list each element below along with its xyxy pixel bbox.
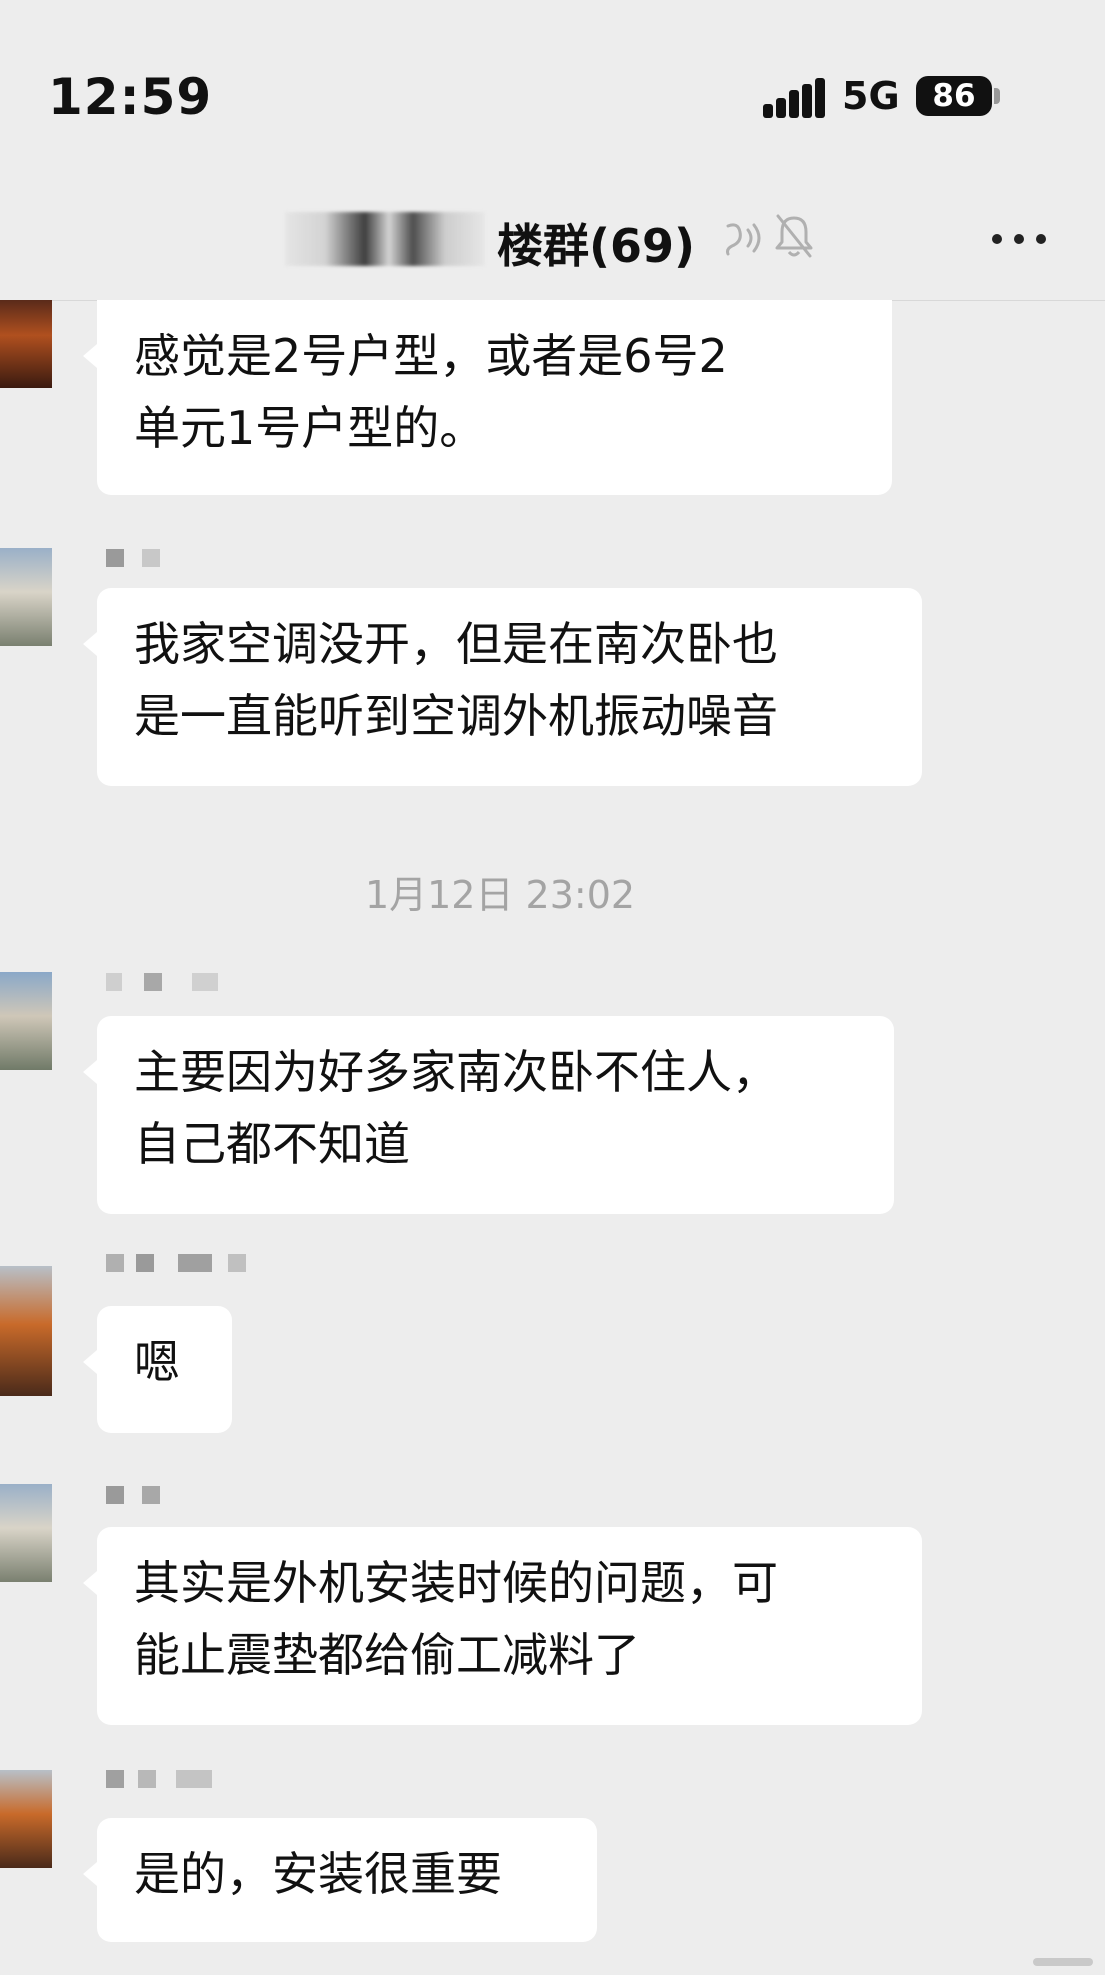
avatar[interactable]	[0, 1484, 52, 1582]
message-bubble[interactable]: 其实是外机安装时候的问题，可 能止震垫都给偷工减料了	[83, 1527, 922, 1725]
message-bubble[interactable]: 感觉是2号户型，或者是6号2 单元1号户型的。	[83, 300, 892, 495]
message-bubble[interactable]: 嗯	[83, 1306, 232, 1433]
chat-title[interactable]: 楼群(69)	[497, 210, 695, 276]
avatar[interactable]	[0, 972, 52, 1070]
sender-name-redacted	[106, 549, 256, 571]
avatar[interactable]	[0, 300, 52, 388]
status-time: 12:59	[48, 68, 213, 126]
chat-timestamp: 1月12日 23:02	[364, 873, 636, 917]
network-type: 5G	[842, 74, 900, 118]
avatar[interactable]	[0, 548, 52, 646]
status-bar: 12:59 5G 86	[0, 0, 1105, 190]
sender-name-redacted	[106, 1486, 256, 1508]
chat-header: 楼群(69)	[0, 190, 1105, 301]
sender-name-redacted	[106, 973, 256, 995]
mute-bell-icon	[775, 214, 813, 258]
battery-icon: 86	[916, 76, 992, 116]
avatar[interactable]	[0, 1770, 52, 1868]
scroll-indicator	[1033, 1958, 1093, 1966]
message-bubble[interactable]: 主要因为好多家南次卧不住人， 自己都不知道	[83, 1016, 894, 1214]
cellular-signal-icon	[763, 76, 825, 118]
avatar[interactable]	[0, 1266, 52, 1396]
more-options-icon[interactable]	[990, 230, 1048, 246]
message-bubble[interactable]: 是的，安装很重要	[83, 1818, 597, 1942]
battery-tip	[994, 88, 1000, 104]
earpiece-mode-icon	[726, 223, 761, 256]
message-bubble[interactable]: 我家空调没开，但是在南次卧也 是一直能听到空调外机振动噪音	[83, 588, 922, 786]
sender-name-redacted	[106, 1254, 256, 1276]
sender-name-redacted	[106, 1770, 256, 1792]
redacted-group-name	[285, 212, 485, 266]
